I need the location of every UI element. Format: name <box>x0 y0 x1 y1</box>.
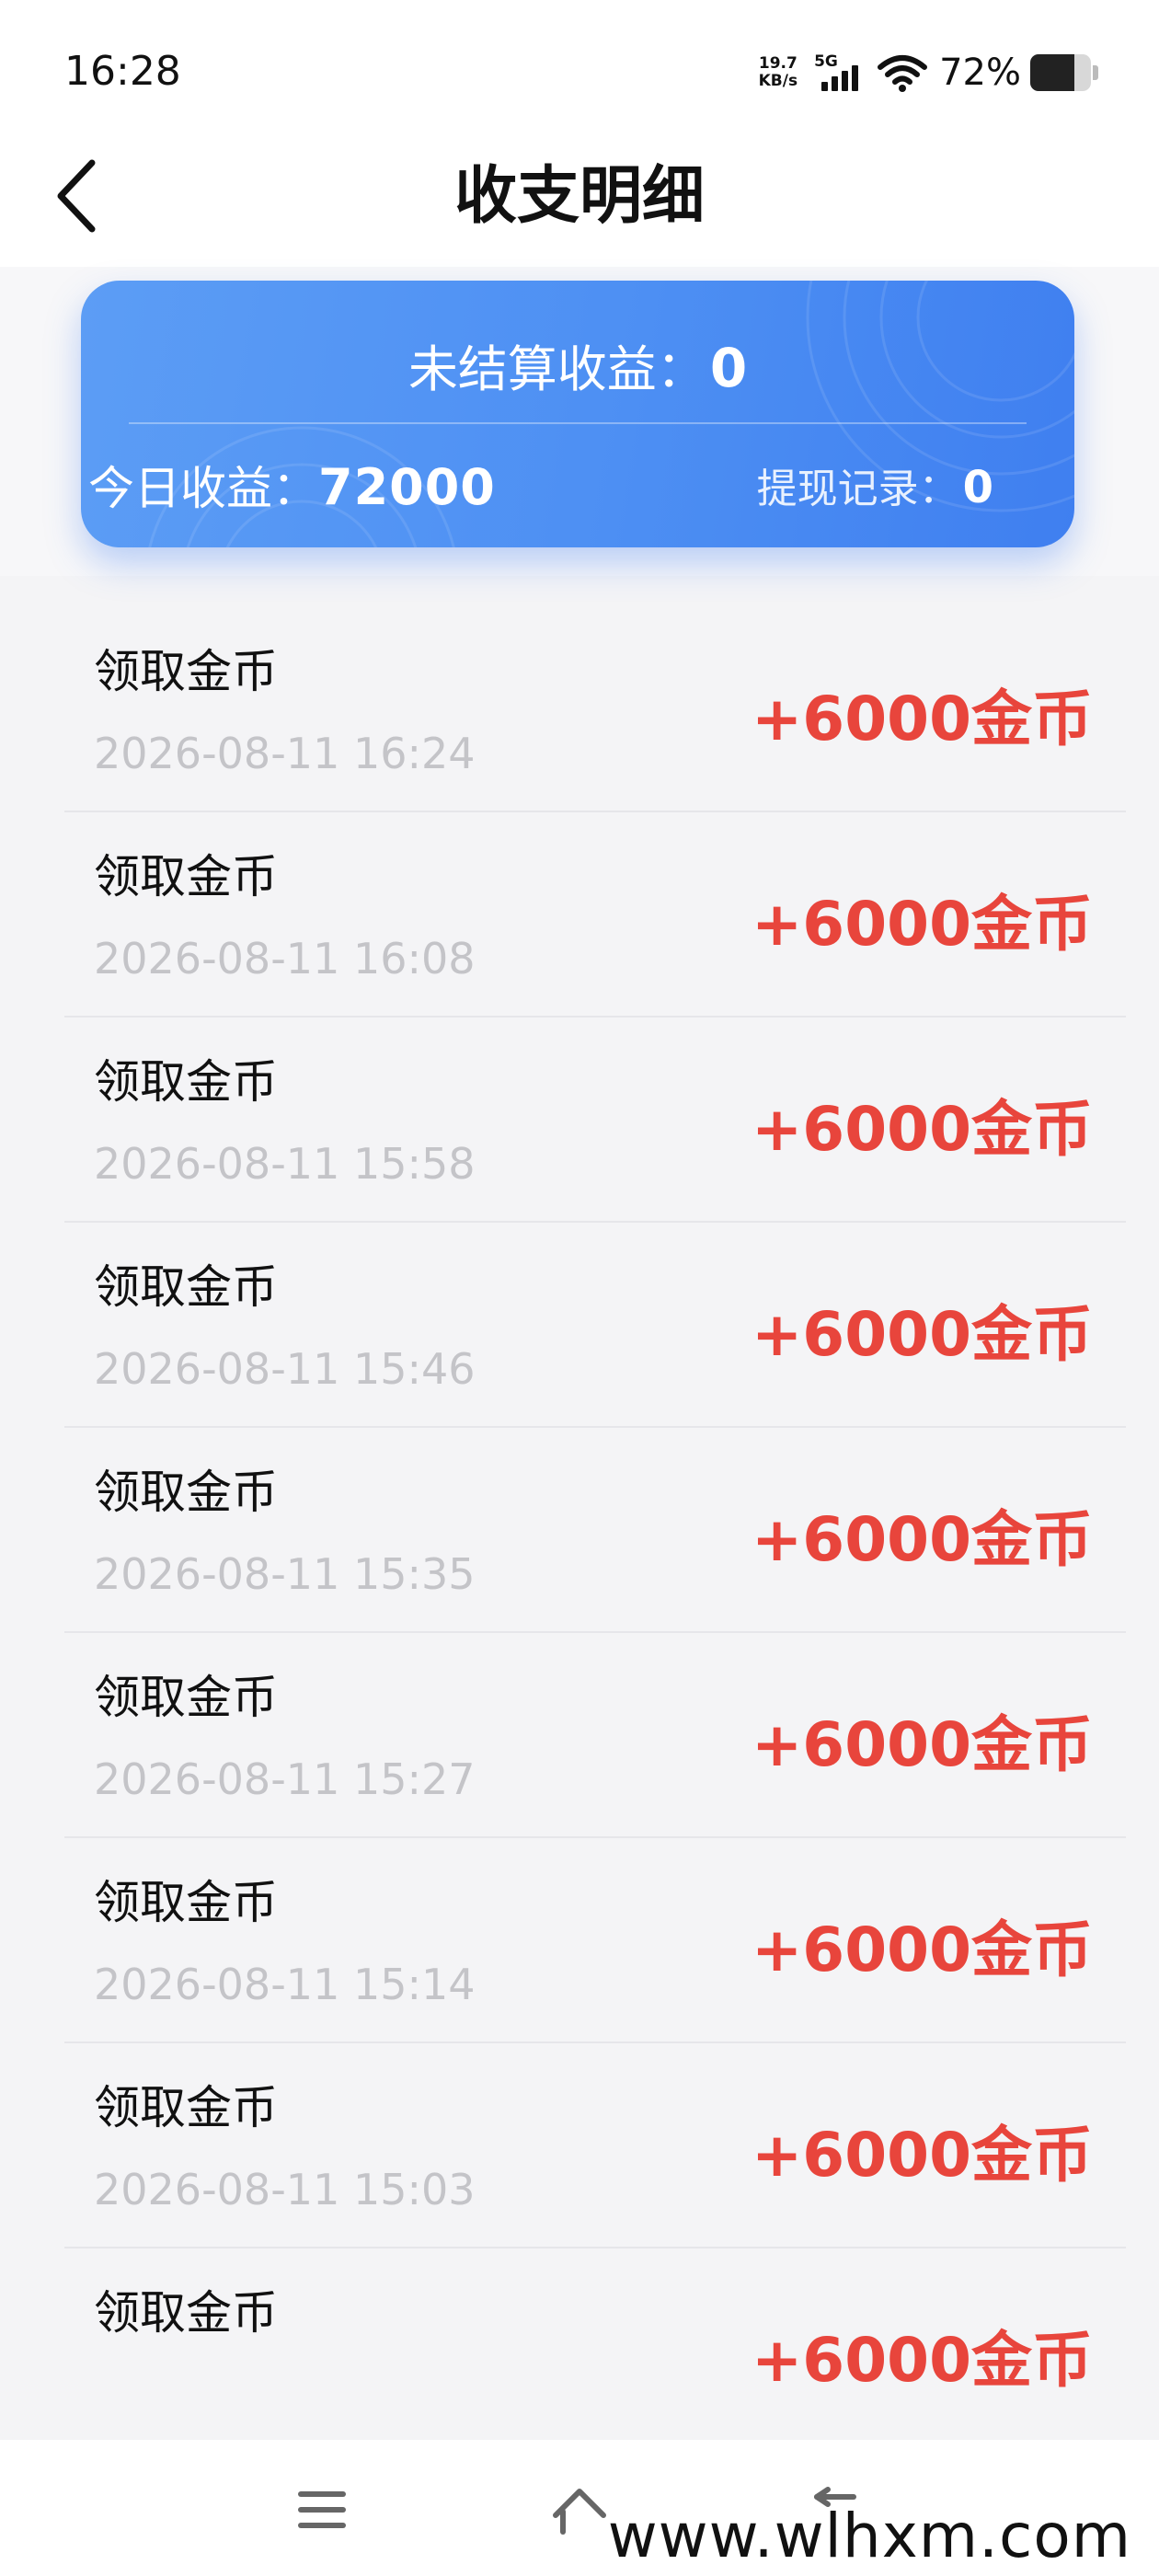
item-title: 领取金币 <box>94 1466 278 1519</box>
item-amount: +6000金币 <box>752 1299 1093 1370</box>
battery-cap <box>1093 65 1098 80</box>
item-time: 2026-08-11 15:27 <box>94 1754 476 1804</box>
network-speed-value: 19.7 <box>758 54 798 73</box>
item-amount: +6000金币 <box>752 1709 1093 1780</box>
item-time: 2026-08-11 16:08 <box>94 934 476 983</box>
battery-percent: 72% <box>939 52 1021 94</box>
item-time: 2026-08-11 15:03 <box>94 2165 476 2214</box>
home-icon[interactable] <box>543 2473 616 2547</box>
list-item: 领取金币 2026-08-11 15:46 +6000金币 <box>64 1223 1126 1428</box>
item-time: 2026-08-11 16:24 <box>94 729 476 778</box>
transaction-list: 领取金币 2026-08-11 16:24 +6000金币 领取金币 2026-… <box>64 607 1126 2454</box>
unsettled-value: 0 <box>709 337 748 399</box>
page-title: 收支明细 <box>453 160 705 233</box>
item-amount: +6000金币 <box>752 1094 1093 1165</box>
battery-fill <box>1030 54 1074 91</box>
network-speed: 19.7 KB/s <box>759 55 798 90</box>
withdraw-records-link[interactable]: 提现记录：0 <box>757 455 993 514</box>
item-time: 2026-08-11 15:14 <box>94 1960 476 2009</box>
status-icons: 19.7 KB/s 5G 72% <box>759 48 1098 98</box>
item-title: 领取金币 <box>94 1260 278 1314</box>
list-item: 领取金币 2026-08-11 15:35 +6000金币 <box>64 1428 1126 1633</box>
item-amount: +6000金币 <box>752 1915 1093 1985</box>
item-amount: +6000金币 <box>752 1504 1093 1575</box>
unsettled-label: 未结算收益： <box>407 340 706 398</box>
item-time: 2026-08-11 15:58 <box>94 1139 476 1189</box>
today-earnings: 今日收益：72000 <box>88 452 496 518</box>
status-time: 16:28 <box>64 48 181 95</box>
summary-card: 未结算收益：0 今日收益：72000 提现记录：0 <box>81 281 1074 547</box>
item-time: 2026-08-11 15:35 <box>94 1549 476 1599</box>
menu-icon[interactable] <box>285 2473 359 2547</box>
item-time: 2026-08-11 15:46 <box>94 1344 476 1394</box>
item-title: 领取金币 <box>94 645 278 698</box>
list-item: 领取金币 +6000金币 <box>64 2248 1126 2454</box>
list-item: 领取金币 2026-08-11 15:14 +6000金币 <box>64 1838 1126 2043</box>
list-item: 领取金币 2026-08-11 16:08 +6000金币 <box>64 812 1126 1018</box>
today-label: 今日收益： <box>88 462 318 515</box>
unsettled-earnings: 未结算收益：0 <box>81 328 1074 401</box>
wifi-icon <box>878 55 928 92</box>
item-title: 领取金币 <box>94 850 278 903</box>
list-item: 领取金币 2026-08-11 15:03 +6000金币 <box>64 2043 1126 2248</box>
item-amount: +6000金币 <box>752 684 1093 754</box>
item-title: 领取金币 <box>94 1876 278 1929</box>
list-item: 领取金币 2026-08-11 15:27 +6000金币 <box>64 1633 1126 1838</box>
battery-icon <box>1030 54 1091 91</box>
withdraw-value: 0 <box>962 462 993 513</box>
cellular-signal-icon: 5G <box>814 52 862 93</box>
item-amount: +6000金币 <box>752 889 1093 960</box>
today-value: 72000 <box>318 458 496 516</box>
item-amount: +6000金币 <box>752 2325 1093 2396</box>
list-item: 领取金币 2026-08-11 16:24 +6000金币 <box>64 607 1126 812</box>
network-speed-unit: KB/s <box>758 72 798 90</box>
item-title: 领取金币 <box>94 1055 278 1109</box>
watermark-text: www.wlhxm.com <box>607 2501 1131 2571</box>
list-item: 领取金币 2026-08-11 15:58 +6000金币 <box>64 1018 1126 1223</box>
card-divider <box>129 422 1027 424</box>
withdraw-label: 提现记录： <box>756 466 959 512</box>
item-title: 领取金币 <box>94 2286 278 2340</box>
item-title: 领取金币 <box>94 2081 278 2134</box>
status-bar: 16:28 19.7 KB/s 5G 72% <box>0 0 1159 147</box>
item-amount: +6000金币 <box>752 2120 1093 2191</box>
item-title: 领取金币 <box>94 1671 278 1724</box>
